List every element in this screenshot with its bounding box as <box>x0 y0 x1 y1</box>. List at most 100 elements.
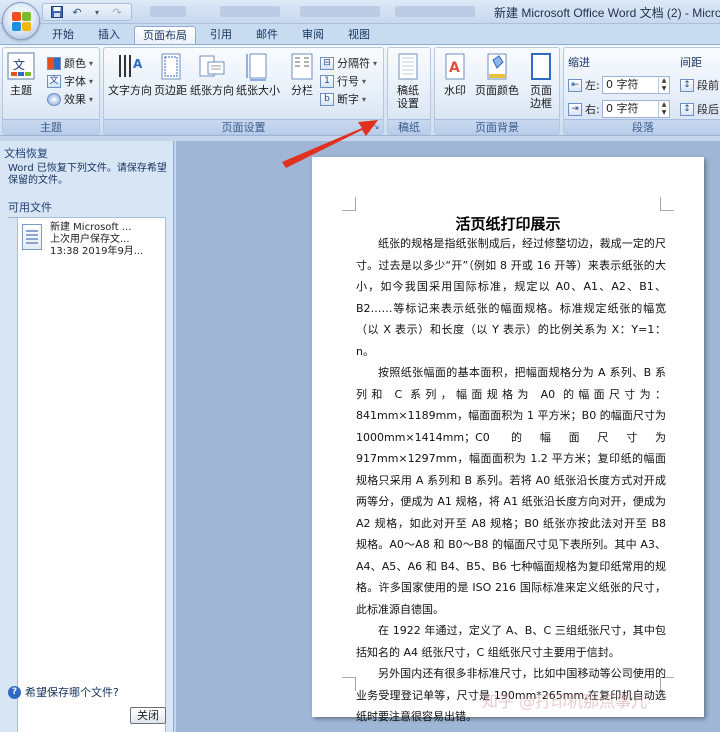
document-paragraph: 纸张的规格是指纸张制成后，经过修整切边，裁成一定的尺寸。过去是以多少“开”（例如… <box>356 237 666 358</box>
theme-group-label: 主题 <box>3 119 99 134</box>
line-numbers-icon: 1 <box>320 74 334 88</box>
draft-settings-label-line2: 设置 <box>397 97 419 110</box>
save-icon[interactable] <box>49 5 65 19</box>
indent-left-icon: ⇤ <box>568 78 582 92</box>
document-body[interactable]: 纸张的规格是指纸张制成后，经过修整切边，裁成一定的尺寸。过去是以多少“开”（例如… <box>356 233 666 728</box>
theme-fonts-label: 字体 <box>64 75 86 88</box>
quick-access-toolbar: ↶ ▾ ↷ <box>42 3 132 21</box>
spacing-after-row[interactable]: ↕ 段后 <box>680 100 719 118</box>
spacing-before-row[interactable]: ↕ 段前 <box>680 76 719 94</box>
paper-size-icon <box>244 52 272 82</box>
dropdown-caret-icon: ▾ <box>362 76 367 86</box>
orientation-label: 纸张方向 <box>190 84 234 97</box>
breaks-icon: ⊟ <box>320 56 334 70</box>
tab-page-layout[interactable]: 页面布局 <box>134 26 196 44</box>
annotation-arrow-icon <box>282 120 378 168</box>
document-paragraph: 按照纸张幅面的基本面积，把幅面规格分为 A 系列、B 系列和 C 系列，幅面规格… <box>356 366 666 616</box>
office-logo-icon <box>12 12 32 32</box>
hyphenation-label: 断字 <box>337 93 359 106</box>
effects-icon <box>47 92 61 106</box>
blurred-toolbar-item <box>150 6 186 17</box>
page-color-label: 页面颜色 <box>475 84 519 97</box>
blurred-toolbar-item <box>300 6 380 17</box>
redo-icon[interactable]: ↷ <box>109 5 125 19</box>
indent-left-label: 左: <box>585 79 600 92</box>
document-page[interactable]: 活页纸打印展示 纸张的规格是指纸张制成后，经过修整切边，裁成一定的尺寸。过去是以… <box>312 157 704 723</box>
word-document-icon <box>22 224 42 250</box>
theme-fonts-button[interactable]: 文 字体 ▾ <box>47 72 93 90</box>
spinner-arrows-icon[interactable]: ▲ ▼ <box>658 101 669 117</box>
dropdown-caret-icon: ▾ <box>373 58 378 68</box>
spinner-arrows-icon[interactable]: ▲ ▼ <box>658 77 669 93</box>
columns-button[interactable]: 分栏 <box>288 52 316 97</box>
crop-mark-top-left <box>342 197 356 211</box>
close-button[interactable]: 关闭 <box>130 707 166 724</box>
indent-left-input[interactable]: 0 字符 ▲ ▼ <box>602 76 670 94</box>
watermark-button[interactable]: A 水印 <box>441 52 469 97</box>
undo-dropdown-icon[interactable]: ▾ <box>89 5 105 19</box>
svg-text:A: A <box>133 57 143 71</box>
hyphenation-button[interactable]: b 断字 ▾ <box>320 90 366 108</box>
size-button[interactable]: 纸张大小 <box>236 52 280 97</box>
document-title: 活页纸打印展示 <box>455 215 561 233</box>
draft-settings-button[interactable]: 稿纸 设置 <box>394 52 422 110</box>
text-direction-icon: A <box>116 52 144 82</box>
watermark-icon: A <box>441 52 469 82</box>
indent-right-input[interactable]: 0 字符 ▲ ▼ <box>602 100 670 118</box>
dropdown-caret-icon: ▾ <box>89 76 94 86</box>
available-files-heading: 可用文件 <box>8 199 166 218</box>
tab-home[interactable]: 开始 <box>44 26 82 44</box>
ribbon-tabs: 开始 插入 页面布局 引用 邮件 审阅 视图 <box>0 24 720 44</box>
blurred-toolbar-item <box>220 6 280 17</box>
page-color-button[interactable]: 页面颜色 <box>475 52 519 97</box>
page-borders-button[interactable]: 页面 边框 <box>527 52 555 110</box>
breaks-button[interactable]: ⊟ 分隔符 ▾ <box>320 54 377 72</box>
spacing-title: 间距 <box>680 56 702 69</box>
tab-insert[interactable]: 插入 <box>90 26 128 44</box>
window-title: 新建 Microsoft Office Word 文档 (2) - Micros <box>494 6 720 20</box>
recovered-file-name: 新建 Microsoft ... <box>50 222 132 233</box>
dropdown-caret-icon: ▾ <box>89 58 94 68</box>
color-swatch-icon <box>47 56 61 70</box>
undo-icon[interactable]: ↶ <box>69 5 85 19</box>
recovery-pane-title: 文档恢复 <box>4 147 48 160</box>
theme-group: 文 主题 颜色 ▾ 文 字体 ▾ 效果 ▾ 主题 <box>2 47 100 135</box>
tab-review[interactable]: 审阅 <box>294 26 332 44</box>
theme-colors-button[interactable]: 颜色 ▾ <box>47 54 93 72</box>
line-numbers-button[interactable]: 1 行号 ▾ <box>320 72 366 90</box>
tab-mailings[interactable]: 邮件 <box>248 26 286 44</box>
page-background-group: A 水印 页面颜色 页面 边框 页面背景 <box>434 47 560 135</box>
font-icon: 文 <box>47 74 61 88</box>
theme-effects-button[interactable]: 效果 ▾ <box>47 90 93 108</box>
draft-paper-icon <box>394 52 422 82</box>
office-button[interactable] <box>2 2 40 40</box>
recovery-message: Word 已恢复下列文件。请保存希望保留的文件。 <box>8 163 167 186</box>
recovered-file-list[interactable]: 新建 Microsoft ... 上次用户保存文... 13:38 2019年9… <box>17 217 166 732</box>
indent-right-row: ⇥ 右: <box>568 100 600 118</box>
margins-button[interactable]: 页边距 <box>154 52 187 97</box>
theme-button[interactable]: 文 主题 <box>7 52 35 97</box>
spacing-after-icon: ↕ <box>680 102 694 116</box>
spacing-after-label: 段后 <box>697 103 719 116</box>
background-group-label: 页面背景 <box>435 119 559 134</box>
crop-mark-bottom-left <box>342 677 356 691</box>
help-link-text: 希望保存哪个文件? <box>25 686 119 699</box>
recovered-file-time: 13:38 2019年9月... <box>50 246 144 257</box>
svg-text:文: 文 <box>13 57 25 72</box>
page-borders-label-line1: 页面 <box>530 84 552 97</box>
orientation-button[interactable]: 纸张方向 <box>190 52 234 97</box>
text-direction-button[interactable]: A 文字方向 <box>108 52 152 97</box>
tab-references[interactable]: 引用 <box>202 26 240 44</box>
columns-icon <box>288 52 316 82</box>
orientation-icon <box>198 52 226 82</box>
help-link[interactable]: ? 希望保存哪个文件? <box>8 684 119 700</box>
dropdown-caret-icon: ▾ <box>362 94 367 104</box>
tab-view[interactable]: 视图 <box>340 26 378 44</box>
svg-text:A: A <box>449 60 460 76</box>
columns-label: 分栏 <box>291 84 313 97</box>
indent-right-label: 右: <box>585 103 600 116</box>
document-area[interactable]: 活页纸打印展示 纸张的规格是指纸张制成后，经过修整切边，裁成一定的尺寸。过去是以… <box>176 141 720 732</box>
recovered-file-item[interactable]: 新建 Microsoft ... 上次用户保存文... 13:38 2019年9… <box>22 222 162 264</box>
indent-title: 缩进 <box>568 56 590 69</box>
document-recovery-pane: 文档恢复 Word 已恢复下列文件。请保存希望保留的文件。 可用文件 新建 Mi… <box>0 141 174 732</box>
